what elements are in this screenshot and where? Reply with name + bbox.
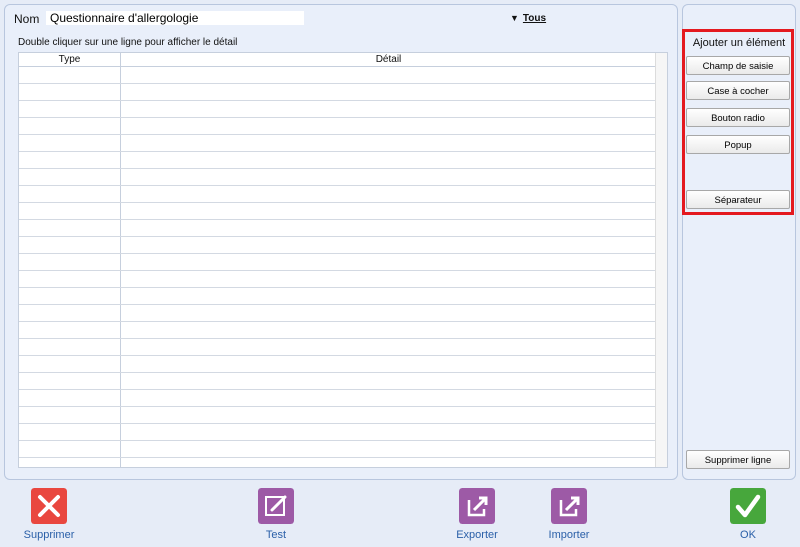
name-label: Nom (14, 12, 40, 26)
table-row[interactable] (19, 322, 656, 339)
table-rows (19, 67, 656, 467)
table-row[interactable] (19, 390, 656, 407)
table-row[interactable] (19, 203, 656, 220)
export-tool-button[interactable]: Exporter (442, 488, 512, 541)
name-input[interactable] (46, 11, 304, 25)
table-row[interactable] (19, 135, 656, 152)
delete-line-button[interactable]: Supprimer ligne (686, 450, 790, 469)
table-row[interactable] (19, 339, 656, 356)
filter-dropdown[interactable]: ▼ Tous (510, 13, 546, 24)
edit-icon (258, 488, 294, 524)
table-row[interactable] (19, 424, 656, 441)
test-tool-button[interactable]: Test (241, 488, 311, 541)
table-row[interactable] (19, 356, 656, 373)
table-row[interactable] (19, 84, 656, 101)
table-cell-type (19, 339, 121, 355)
table-row[interactable] (19, 407, 656, 424)
test-tool-label: Test (265, 529, 287, 541)
table-cell-type (19, 169, 121, 185)
table-row[interactable] (19, 305, 656, 322)
add-radio-button[interactable]: Bouton radio (686, 108, 790, 127)
table-cell-type (19, 203, 121, 219)
table-cell-type (19, 254, 121, 270)
table-row[interactable] (19, 458, 656, 467)
table-cell-type (19, 135, 121, 151)
table-cell-type (19, 118, 121, 134)
table-row[interactable] (19, 169, 656, 186)
import-icon (551, 488, 587, 524)
triangle-down-icon: ▼ (510, 13, 519, 23)
table-cell-type (19, 186, 121, 202)
table-cell-type (19, 390, 121, 406)
table-row[interactable] (19, 254, 656, 271)
table-cell-type (19, 152, 121, 168)
table-cell-type (19, 424, 121, 440)
table-row[interactable] (19, 288, 656, 305)
column-header-type[interactable]: Type (19, 53, 121, 66)
table-cell-type (19, 101, 121, 117)
table-cell-type (19, 67, 121, 83)
table-cell-type (19, 441, 121, 457)
table-cell-type (19, 84, 121, 100)
add-element-title: Ajouter un élément (692, 37, 786, 49)
table-row[interactable] (19, 186, 656, 203)
table-cell-type (19, 373, 121, 389)
table-cell-type (19, 322, 121, 338)
export-icon (459, 488, 495, 524)
add-popup-button[interactable]: Popup (686, 135, 790, 154)
table-cell-type (19, 305, 121, 321)
table-row[interactable] (19, 118, 656, 135)
close-icon (31, 488, 67, 524)
table-row[interactable] (19, 220, 656, 237)
table-cell-type (19, 407, 121, 423)
delete-tool-button[interactable]: Supprimer (14, 488, 84, 541)
table-cell-type (19, 288, 121, 304)
add-separator-button[interactable]: Séparateur (686, 190, 790, 209)
table-cell-type (19, 220, 121, 236)
checkmark-icon (730, 488, 766, 524)
ok-tool-label: OK (740, 529, 756, 541)
elements-table[interactable]: Type Détail (18, 52, 668, 468)
column-header-detail[interactable]: Détail (121, 53, 656, 66)
table-row[interactable] (19, 373, 656, 390)
table-row[interactable] (19, 152, 656, 169)
table-scrollbar[interactable] (655, 53, 667, 467)
add-text-field-button[interactable]: Champ de saisie (686, 56, 790, 75)
table-cell-type (19, 271, 121, 287)
filter-label: Tous (522, 13, 547, 24)
add-checkbox-button[interactable]: Case à cocher (686, 81, 790, 100)
import-tool-label: Importer (548, 529, 590, 541)
table-row[interactable] (19, 101, 656, 118)
export-tool-label: Exporter (456, 529, 498, 541)
table-row[interactable] (19, 237, 656, 254)
table-row[interactable] (19, 67, 656, 84)
hint-text: Double cliquer sur une ligne pour affich… (18, 37, 238, 48)
import-tool-button[interactable]: Importer (534, 488, 604, 541)
table-cell-type (19, 237, 121, 253)
table-cell-type (19, 458, 121, 467)
table-cell-type (19, 356, 121, 372)
ok-tool-button[interactable]: OK (713, 488, 783, 541)
delete-tool-label: Supprimer (23, 529, 75, 541)
table-row[interactable] (19, 271, 656, 288)
table-row[interactable] (19, 441, 656, 458)
table-header: Type Détail (19, 53, 656, 67)
